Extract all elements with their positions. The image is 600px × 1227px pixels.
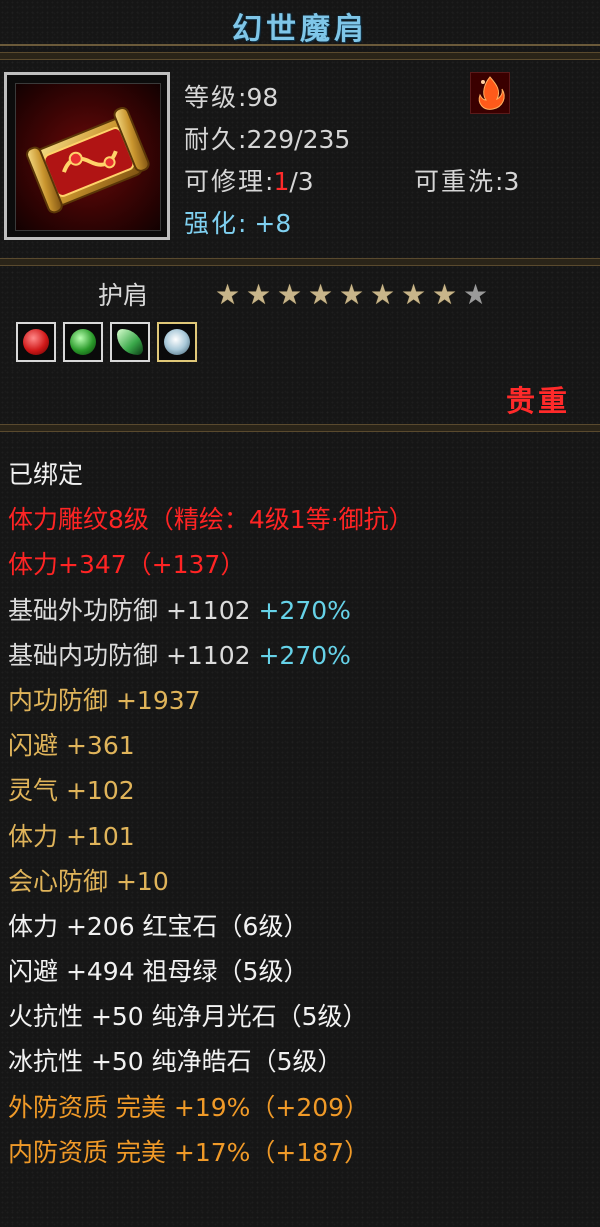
item-name: 幻世魔肩 <box>232 12 368 47</box>
silver-gem-icon[interactable] <box>157 322 197 362</box>
star-rating: ★ ★ ★ ★ ★ ★ ★ ★ ★ <box>212 281 491 311</box>
repair-label: 可修理 <box>184 167 266 196</box>
attribute-text: +101 <box>58 821 135 851</box>
durability-label: 耐久 <box>184 125 239 154</box>
attribute-text: 基础内功防御 +1102 <box>8 640 251 670</box>
star-filled-icon: ★ <box>276 278 303 311</box>
attribute-text: 闪避 +494 祖母绿（5级） <box>8 957 309 987</box>
attribute-text: 体力+347（+137） <box>8 550 246 580</box>
slot-type-label: 护肩 <box>98 281 149 310</box>
star-filled-icon: ★ <box>214 278 241 311</box>
level-label: 等级 <box>184 83 239 112</box>
repair-total: /3 <box>289 167 314 196</box>
attribute-gem-stamina: 体力 +206 红宝石（6级） <box>8 904 598 949</box>
attribute-text: 冰抗性 +50 纯净皓石（5级） <box>8 1047 343 1077</box>
star-filled-icon: ★ <box>369 278 396 311</box>
divider-mid <box>0 258 600 266</box>
attribute-outer-quality: 外防资质 完美 +19%（+209） <box>8 1085 598 1130</box>
attribute-text: 基础外功防御 +1102 <box>8 595 251 625</box>
attribute-text: 内防资质 <box>8 1137 109 1167</box>
attribute-list: 已绑定体力雕纹8级（精绘：4级1等·御抗） 体力+347（+137） 基础外功防御 … <box>8 452 598 1175</box>
attribute-text: 体力雕纹8级（精绘：4级1等·御抗） <box>8 505 414 535</box>
attribute-stamina-main: 体力+347（+137） <box>8 542 598 587</box>
durability-value: 229/235 <box>246 125 351 154</box>
attribute-gem-ice: 冰抗性 +50 纯净皓石（5级） <box>8 1039 598 1084</box>
red-gem-icon[interactable] <box>16 322 56 362</box>
attribute-spirit: 灵气 +102 <box>8 768 598 813</box>
shoulder-armor-icon <box>15 83 161 231</box>
star-filled-icon: ★ <box>400 278 427 311</box>
attribute-bound: 已绑定 <box>8 452 598 497</box>
attribute-text: 已绑定 <box>8 460 84 489</box>
attribute-dodge: 闪避 +361 <box>8 723 598 768</box>
attribute-text: 体力 +206 红宝石（6级） <box>8 911 309 941</box>
attribute-inner-quality: 内防资质 完美 +17%（+187） <box>8 1130 598 1175</box>
attribute-base-inner-def: 基础内功防御 +1102 +270% <box>8 633 598 678</box>
gem-sockets <box>16 322 204 366</box>
attribute-base-outer-def: 基础外功防御 +1102 +270% <box>8 588 598 633</box>
rewash-value: 3 <box>503 167 520 196</box>
attribute-inner-def: 内功防御 +1937 <box>8 678 598 723</box>
rewash-label: 可重洗 <box>414 167 496 196</box>
divider-top <box>0 52 600 60</box>
star-filled-icon: ★ <box>431 278 458 311</box>
level-value: 98 <box>246 83 279 112</box>
flame-badge-icon <box>470 72 510 114</box>
star-filled-icon: ★ <box>307 278 334 311</box>
enhance-stat: 强化: +8 <box>184 209 292 238</box>
attribute-text: +102 <box>58 776 135 806</box>
attribute-text: 灵气 <box>8 776 59 806</box>
star-filled-icon: ★ <box>338 278 365 311</box>
attribute-text: 完美 +17%（+187） <box>108 1137 370 1167</box>
title-bar: 幻世魔肩 <box>0 0 600 47</box>
attribute-text: +270% <box>250 595 351 625</box>
attribute-text: 完美 +19%（+209） <box>108 1092 370 1122</box>
attribute-text: 外防资质 <box>8 1092 109 1122</box>
attribute-text: +10 <box>108 866 169 896</box>
attribute-text: +1937 <box>108 685 201 715</box>
green-gem-icon[interactable] <box>63 322 103 362</box>
attribute-text: +270% <box>250 640 351 670</box>
attribute-text: 体力 <box>8 821 59 851</box>
star-filled-icon: ★ <box>245 278 272 311</box>
attribute-crit-def: 会心防御 +10 <box>8 859 598 904</box>
attribute-text: 会心防御 <box>8 866 109 896</box>
repair-used: 1 <box>273 167 290 196</box>
rarity-label: 贵重 <box>505 384 570 418</box>
attribute-text: 内功防御 <box>8 685 109 715</box>
attribute-stamina: 体力 +101 <box>8 814 598 859</box>
attribute-gem-fire: 火抗性 +50 纯净月光石（5级） <box>8 994 598 1039</box>
star-empty-icon: ★ <box>462 278 489 311</box>
attribute-gem-dodge: 闪避 +494 祖母绿（5级） <box>8 949 598 994</box>
attribute-text: +361 <box>58 731 135 761</box>
enhance-label: 强化 <box>184 209 239 238</box>
attribute-engrave: 体力雕纹8级（精绘：4级1等·御抗） <box>8 497 598 542</box>
divider-bottom <box>0 424 600 432</box>
level-stat: 等级:98 <box>184 83 279 112</box>
attribute-text: 闪避 <box>8 731 59 761</box>
enhance-value: +8 <box>254 209 292 238</box>
repair-stat: 可修理:1/3 <box>184 167 314 196</box>
durability-stat: 耐久:229/235 <box>184 125 351 154</box>
item-icon-frame[interactable] <box>4 72 170 240</box>
rewash-stat: 可重洗:3 <box>414 167 520 196</box>
attribute-text: 火抗性 +50 纯净月光石（5级） <box>8 1002 368 1032</box>
green-gem-icon[interactable] <box>110 322 150 362</box>
